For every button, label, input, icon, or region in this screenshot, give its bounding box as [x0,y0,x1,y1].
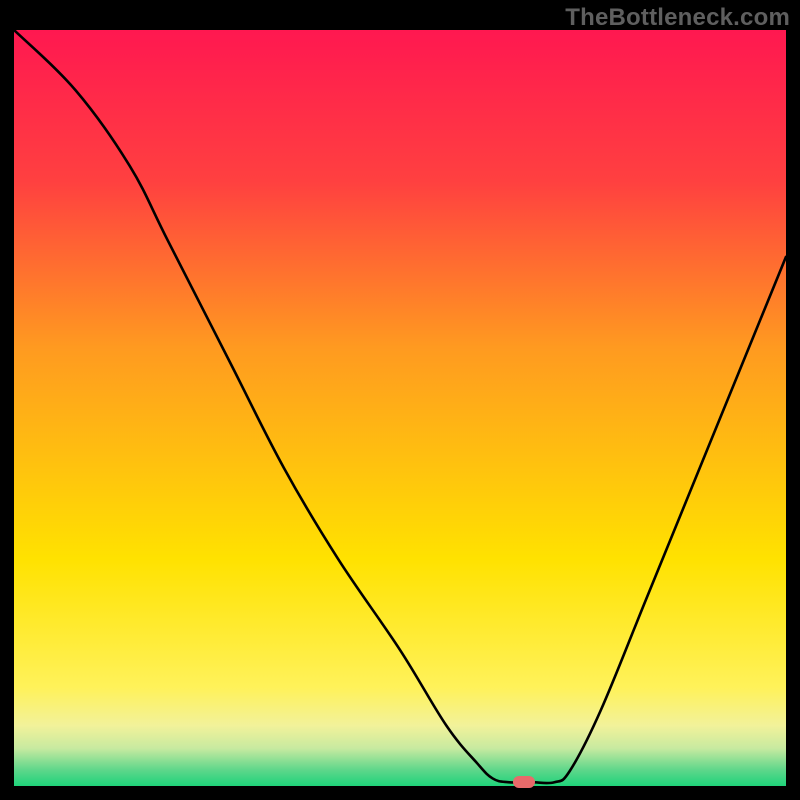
optimum-point-marker [513,776,535,788]
gradient-background [14,30,786,786]
chart-container: TheBottleneck.com [0,0,800,800]
plot-region [14,30,786,786]
gradient-rect [14,30,786,786]
watermark-text: TheBottleneck.com [565,4,790,32]
